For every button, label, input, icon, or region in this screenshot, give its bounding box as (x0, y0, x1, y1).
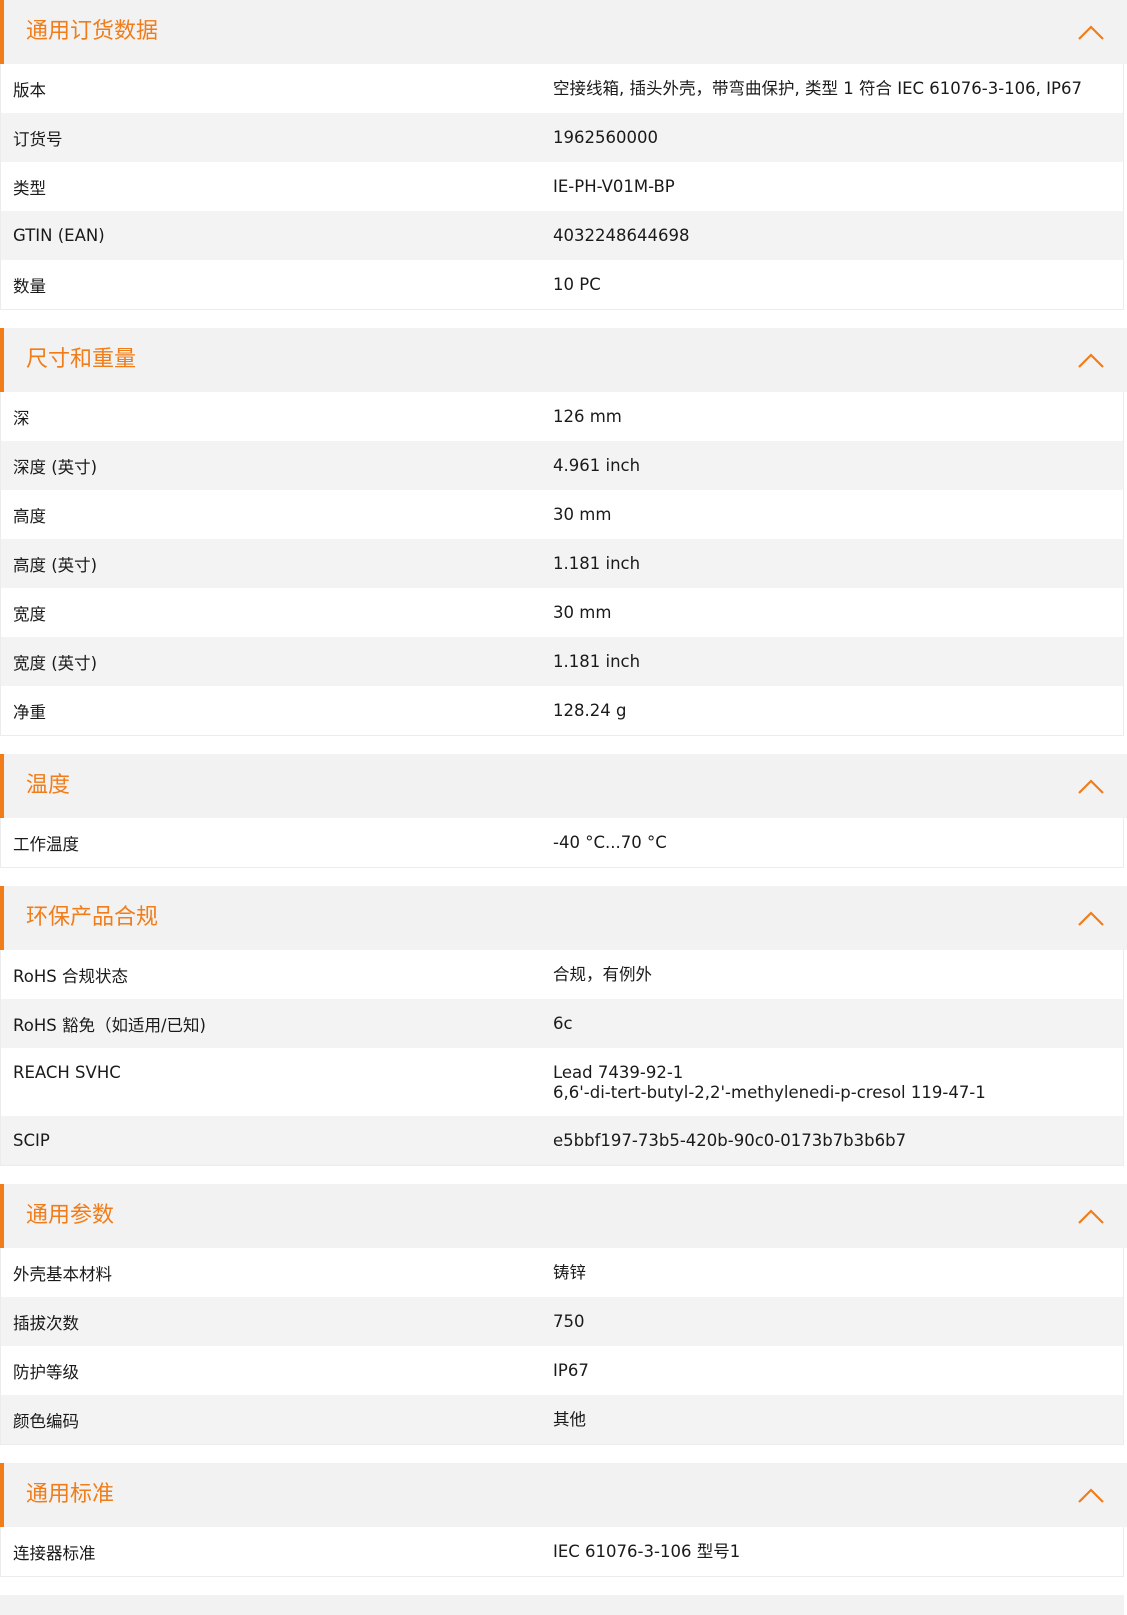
section-title: 通用订货数据 (26, 19, 159, 44)
spec-row: 插拔次数 750 (1, 1297, 1123, 1346)
spec-value: 1.181 inch (553, 651, 641, 671)
spec-table: 版本 空接线箱, 插头外壳，带弯曲保护, 类型 1 符合 IEC 61076-3-… (0, 64, 1124, 310)
spec-label: 宽度 (英寸) (13, 653, 98, 673)
spec-row: 版本 空接线箱, 插头外壳，带弯曲保护, 类型 1 符合 IEC 61076-3-… (1, 64, 1123, 113)
spec-value: IE-PH-V01M-BP (553, 176, 675, 196)
spec-label: 工作温度 (13, 834, 79, 854)
spec-label: 深度 (英寸) (13, 457, 98, 477)
spec-label: 插拔次数 (13, 1313, 79, 1333)
spec-label: 宽度 (13, 604, 46, 624)
spec-value: 4032248644698 (553, 225, 690, 245)
spec-table: RoHS 合规状态 合规，有例外 RoHS 豁免（如适用/已知) 6c REACH SV… (0, 950, 1124, 1166)
spec-row: SCIP e5bbf197-73b5-420b-90c0-0173b7b3b6b7 (1, 1116, 1123, 1165)
spec-label: 防护等级 (13, 1362, 79, 1382)
section-header[interactable]: 环保产品合规 (0, 886, 1127, 950)
spec-label: 高度 (英寸) (13, 555, 98, 575)
spec-row: 颜色编码 其他 (1, 1395, 1123, 1444)
spec-row: RoHS 豁免（如适用/已知) 6c (1, 999, 1123, 1048)
section-title: 通用参数 (26, 1203, 115, 1228)
spec-value: 合规，有例外 (553, 964, 652, 984)
spec-row: 连接器标准 IEC 61076-3-106 型号1 (1, 1527, 1123, 1576)
spec-label: 连接器标准 (13, 1543, 96, 1563)
spec-value: 750 (553, 1311, 585, 1331)
spec-value: 6c (553, 1013, 573, 1033)
spec-value: 4.961 inch (553, 455, 641, 475)
spec-row: 深度 (英寸) 4.961 inch (1, 441, 1123, 490)
spec-value: 1.181 inch (553, 553, 641, 573)
spec-row: 工作温度 -40 °C...70 °C (1, 818, 1123, 867)
spec-row: 订货号 1962560000 (1, 113, 1123, 162)
spec-table: 外壳基本材料 铸锌插拔次数 750 防护等级 IP67 颜色编码 其他 (0, 1248, 1124, 1445)
spec-label: GTIN (EAN) (13, 226, 105, 245)
spec-row: 高度 30 mm (1, 490, 1123, 539)
spec-label: 数量 (13, 276, 46, 296)
spec-section: 通用标准连接器标准 IEC 61076-3-106 型号1 (0, 1463, 1127, 1577)
spec-row: 类型 IE-PH-V01M-BP (1, 162, 1123, 211)
chevron-up-icon[interactable] (1077, 350, 1105, 370)
spec-table: 深 126 mm 深度 (英寸) 4.961 inch 高度 30 mm 高度 (英寸) 1.… (0, 392, 1124, 736)
spec-value: IP67 (553, 1360, 589, 1380)
spec-sections: 通用订货数据版本 空接线箱, 插头外壳，带弯曲保护, 类型 1 符合 IEC 61… (0, 0, 1127, 1577)
spec-label: 外壳基本材料 (13, 1264, 112, 1284)
chevron-up-icon[interactable] (1077, 908, 1105, 928)
spec-row: 深 126 mm (1, 392, 1123, 441)
section-header[interactable]: 温度 (0, 754, 1127, 818)
spec-row: 防护等级 IP67 (1, 1346, 1123, 1395)
spec-value: 其他 (553, 1409, 586, 1429)
spec-row: 宽度 30 mm (1, 588, 1123, 637)
section-header[interactable]: 尺寸和重量 (0, 328, 1127, 392)
chevron-up-icon[interactable] (1077, 1485, 1105, 1505)
spec-value: 30 mm (553, 504, 612, 524)
section-title: 温度 (26, 773, 71, 798)
spec-label: 净重 (13, 702, 46, 722)
spec-row: GTIN (EAN) 4032248644698 (1, 211, 1123, 260)
spec-page: 通用订货数据版本 空接线箱, 插头外壳，带弯曲保护, 类型 1 符合 IEC 61… (0, 0, 1127, 1615)
spec-label: 类型 (13, 178, 46, 198)
spec-value: e5bbf197-73b5-420b-90c0-0173b7b3b6b7 (553, 1130, 907, 1150)
spec-row: 数量 10 PC (1, 260, 1123, 309)
spec-row: 净重 128.24 g (1, 686, 1123, 735)
spec-value: 128.24 g (553, 700, 627, 720)
spec-row: RoHS 合规状态 合规，有例外 (1, 950, 1123, 999)
spec-value: 10 PC (553, 274, 601, 294)
spec-label: SCIP (13, 1131, 50, 1150)
section-header[interactable]: 通用订货数据 (0, 0, 1127, 64)
spec-value: -40 °C...70 °C (553, 832, 667, 852)
section-title: 通用标准 (26, 1482, 115, 1507)
spec-section: 尺寸和重量深 126 mm 深度 (英寸) 4.961 inch 高度 30 mm 高度 (… (0, 328, 1127, 736)
spec-value: 30 mm (553, 602, 612, 622)
section-title: 环保产品合规 (26, 905, 159, 930)
spec-row: REACH SVHC Lead 7439-92-1 6,6'-di-tert-bu… (1, 1048, 1123, 1116)
spec-label: RoHS 豁免（如适用/已知) (13, 1015, 206, 1035)
section-header[interactable]: 通用参数 (0, 1184, 1127, 1248)
spec-table: 工作温度 -40 °C...70 °C (0, 818, 1124, 868)
spec-label: 高度 (13, 506, 46, 526)
spec-table: 连接器标准 IEC 61076-3-106 型号1 (0, 1527, 1124, 1577)
spec-value: Lead 7439-92-1 6,6'-di-tert-butyl-2,2'-m… (553, 1063, 986, 1102)
spec-label: 颜色编码 (13, 1411, 79, 1431)
section-title: 尺寸和重量 (26, 347, 137, 372)
spec-label: 订货号 (13, 129, 63, 149)
spec-section: 通用订货数据版本 空接线箱, 插头外壳，带弯曲保护, 类型 1 符合 IEC 61… (0, 0, 1127, 310)
spec-section: 环保产品合规 RoHS 合规状态 合规，有例外 RoHS 豁免（如适用/已知) 6c RE… (0, 886, 1127, 1166)
spec-row: 宽度 (英寸) 1.181 inch (1, 637, 1123, 686)
spec-label: 深 (13, 408, 30, 428)
spec-row: 外壳基本材料 铸锌 (1, 1248, 1123, 1297)
spec-section: 温度工作温度 -40 °C...70 °C (0, 754, 1127, 868)
spec-value: IEC 61076-3-106 型号1 (553, 1541, 741, 1561)
spec-label: RoHS 合规状态 (13, 966, 128, 986)
next-section-strip (0, 1595, 1124, 1615)
spec-value: 铸锌 (553, 1262, 586, 1282)
section-header[interactable]: 通用标准 (0, 1463, 1127, 1527)
spec-label: 版本 (13, 80, 46, 100)
spec-value: 1962560000 (553, 127, 658, 147)
spec-label: REACH SVHC (13, 1063, 121, 1082)
chevron-up-icon[interactable] (1077, 776, 1105, 796)
chevron-up-icon[interactable] (1077, 1206, 1105, 1226)
spec-row: 高度 (英寸) 1.181 inch (1, 539, 1123, 588)
spec-section: 通用参数外壳基本材料 铸锌插拔次数 750 防护等级 IP67 颜色编码 其他 (0, 1184, 1127, 1445)
chevron-up-icon[interactable] (1077, 22, 1105, 42)
spec-value: 126 mm (553, 406, 622, 426)
spec-value: 空接线箱, 插头外壳，带弯曲保护, 类型 1 符合 IEC 61076-3-10… (553, 78, 1082, 98)
